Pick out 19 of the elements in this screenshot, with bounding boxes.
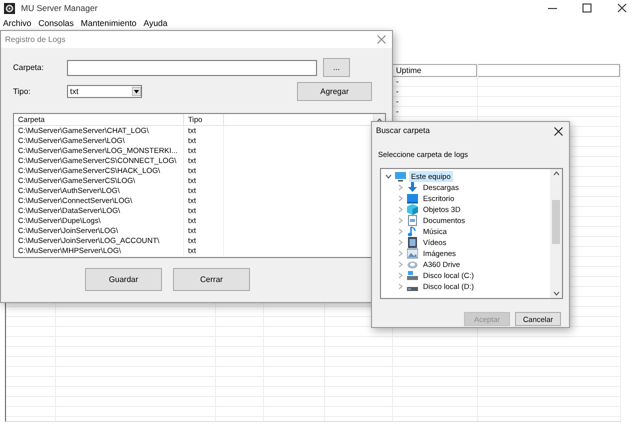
window-title: MU Server Manager — [21, 2, 98, 15]
menu-item[interactable]: Consolas — [38, 17, 74, 30]
menu-item[interactable]: Mantenimiento — [80, 17, 137, 30]
dialog-button[interactable]: Guardar — [85, 268, 162, 291]
table-cell-text: - — [395, 87, 400, 97]
dialog-title: Buscar carpeta — [376, 125, 430, 137]
browse-button[interactable]: ... — [323, 58, 350, 77]
table-cell-text: - — [395, 97, 400, 107]
table-cell-text: - — [395, 77, 400, 87]
field-label: Tipo: — [13, 86, 32, 98]
dialog-button[interactable]: Cerrar — [173, 268, 250, 291]
table-cell-text: - — [395, 107, 400, 117]
dialog-title: Registro de Logs — [5, 34, 66, 46]
menu-item[interactable]: Archivo — [3, 17, 32, 30]
add-button[interactable]: Agregar — [297, 82, 372, 101]
field-label: Carpeta: — [13, 62, 45, 74]
column-header[interactable]: Uptime — [393, 64, 477, 77]
type-select[interactable]: txt — [67, 85, 142, 98]
menu-item[interactable]: Ayuda — [144, 17, 168, 30]
